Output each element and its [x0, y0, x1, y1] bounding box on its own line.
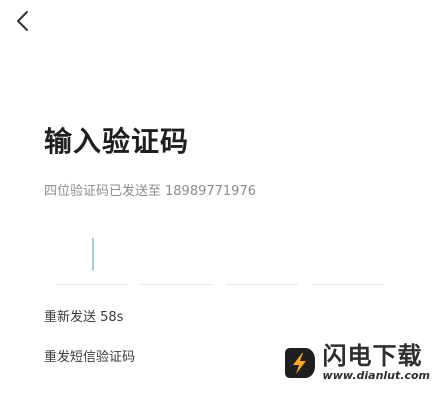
lightning-logo-icon	[284, 347, 315, 378]
resend-countdown: 重新发送 58s	[44, 310, 124, 325]
back-button[interactable]	[8, 6, 38, 36]
phone-number: 18989771976	[165, 184, 256, 199]
chevron-left-icon	[17, 11, 28, 31]
code-digit-3[interactable]	[226, 232, 298, 285]
code-input-group	[56, 232, 386, 286]
text-caret	[92, 238, 94, 270]
code-sent-hint: 四位验证码已发送至 18989771976	[44, 180, 256, 199]
code-digit-4[interactable]	[311, 232, 383, 285]
watermark-url: www.dianlut.com	[322, 369, 430, 382]
code-sent-label: 四位验证码已发送至	[44, 184, 162, 199]
page-title: 输入验证码	[44, 125, 190, 158]
watermark: 闪电下载 www.dianlut.com	[281, 343, 430, 382]
code-digit-1[interactable]	[56, 232, 128, 285]
watermark-name: 闪电下载	[322, 342, 423, 370]
resend-sms-link[interactable]: 重发短信验证码	[44, 346, 135, 365]
code-digit-2[interactable]	[141, 232, 213, 285]
